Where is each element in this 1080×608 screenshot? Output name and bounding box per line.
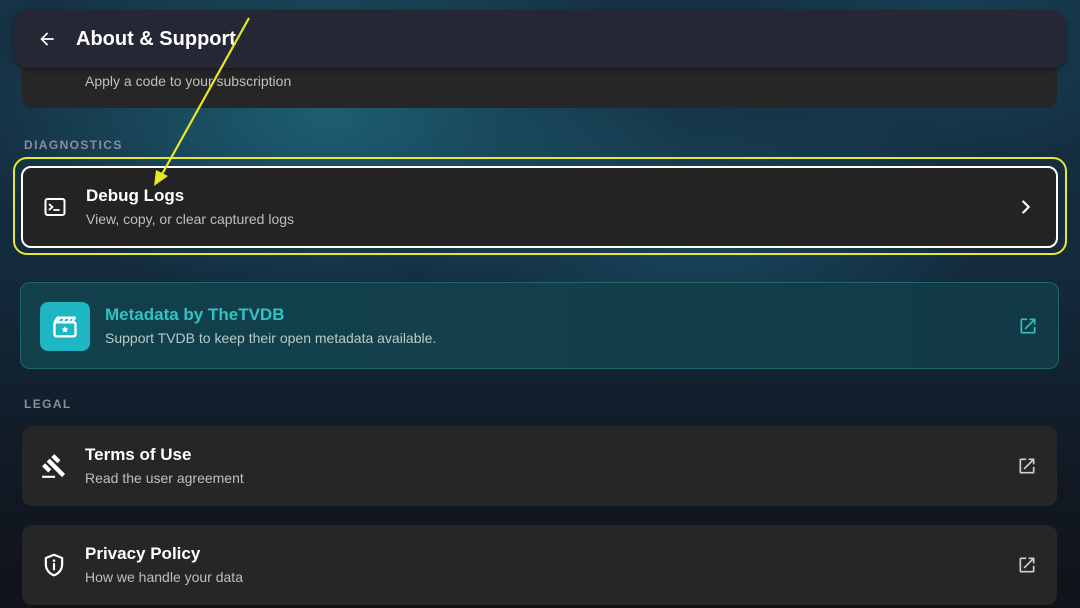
tvdb-subtitle: Support TVDB to keep their open metadata…	[105, 329, 437, 346]
external-link-icon	[1016, 314, 1040, 338]
shield-info-icon	[40, 551, 68, 579]
redeem-code-subtitle: Apply a code to your subscription	[85, 73, 292, 89]
back-button[interactable]	[32, 24, 62, 54]
tvdb-text: Metadata by TheTVDB Support TVDB to keep…	[105, 305, 436, 347]
top-app-bar: About & Support	[14, 10, 1066, 68]
terms-text: Terms of Use Read the user agreement	[85, 445, 244, 487]
arrow-left-icon	[40, 32, 54, 46]
terms-subtitle: Read the user agreement	[85, 470, 244, 486]
external-link-icon	[1015, 553, 1039, 577]
section-label-diagnostics: DIAGNOSTICS	[24, 138, 123, 152]
external-link-icon	[1015, 454, 1039, 478]
clapperboard-icon	[40, 302, 90, 351]
tvdb-metadata-item[interactable]: Metadata by TheTVDB Support TVDB to keep…	[20, 282, 1059, 369]
tvdb-title: Metadata by TheTVDB	[105, 304, 285, 324]
terms-title: Terms of Use	[85, 445, 192, 464]
privacy-policy-item[interactable]: Privacy Policy How we handle your data	[22, 525, 1057, 605]
page-title: About & Support	[76, 27, 236, 50]
annotation-highlight-box	[13, 157, 1067, 255]
privacy-text: Privacy Policy How we handle your data	[85, 544, 243, 586]
privacy-title: Privacy Policy	[85, 544, 201, 563]
section-label-legal: LEGAL	[24, 397, 72, 411]
privacy-subtitle: How we handle your data	[85, 569, 243, 585]
gavel-icon	[40, 452, 68, 480]
terms-of-use-item[interactable]: Terms of Use Read the user agreement	[22, 426, 1057, 506]
